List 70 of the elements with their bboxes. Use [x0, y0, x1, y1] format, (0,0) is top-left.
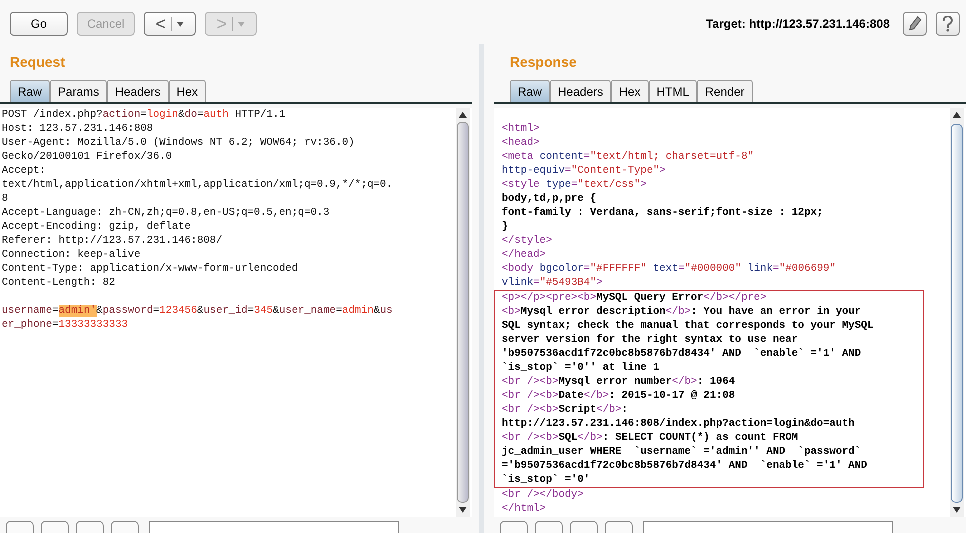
help-icon	[942, 16, 954, 32]
code-line: text/html,application/xhtml+xml,application/xml;q=0.9,*/*;q=0.	[2, 178, 394, 192]
code-line: body,td,p,pre {	[502, 192, 598, 206]
caret-icon	[177, 22, 184, 26]
tab[interactable]: Hex	[611, 80, 649, 102]
code-line: <head>	[502, 136, 541, 150]
code-line: }	[502, 220, 510, 234]
code-line: </html>	[502, 502, 548, 516]
code-line: <br /><b>Script</b>:	[502, 403, 630, 417]
panel-title: Response	[509, 53, 578, 70]
scrollbar[interactable]	[950, 108, 964, 517]
code-line: Accept:	[2, 164, 48, 178]
code-line: </head>	[502, 248, 548, 262]
code-line: 8	[2, 192, 10, 206]
code-line: jc_admin_user WHERE `username` ='admin'' AND `password`	[502, 445, 862, 459]
code-line: <br /><b>Mysql error number</b>: 1064	[502, 375, 736, 389]
up-arrow-icon[interactable]	[953, 112, 961, 118]
code-line: http-equiv="Content-Type">	[502, 164, 667, 178]
panel-title: Request	[9, 53, 66, 70]
code-line: server version for the right syntax to use near	[502, 333, 800, 347]
caret-icon	[238, 22, 246, 26]
code-line: SQL syntax; check the manual that corresponds to your MySQL	[502, 319, 875, 333]
code-line: <body bgcolor="#FFFFFF" text="#000000" link="#006699"	[502, 262, 838, 276]
down-arrow-icon[interactable]	[459, 507, 467, 513]
code-line: Connection: keep-alive	[2, 248, 142, 262]
code-line: er_phone=13333333333	[2, 318, 130, 332]
tab[interactable]: HTML	[648, 80, 698, 102]
code-line: <b>Mysql error description</b>: You have an error in your	[502, 305, 862, 319]
code-line: Accept-Language: zh-CN,zh;q=0.8,en-US;q=0.5,en;q=0.3	[2, 206, 331, 220]
code-line: <style type="text/css">	[502, 178, 648, 192]
help-button[interactable]	[936, 12, 960, 36]
code-line: `is_stop` ='0'' at line 1	[502, 361, 661, 375]
code-line: 'b9507536acd1f72c0bc8b5876b7d8434' AND `enable` ='1' AND	[502, 347, 862, 361]
code-line: Content-Length: 82	[2, 276, 116, 290]
code-line: <br /><b>Date</b>: 2015-10-17 @ 21:08	[502, 389, 736, 403]
code-line: <br /></body>	[502, 488, 585, 502]
scrollbar[interactable]	[456, 108, 470, 517]
code-line: <html>	[502, 122, 541, 136]
tab[interactable]: Raw	[10, 80, 50, 102]
tab[interactable]: Headers	[550, 80, 612, 102]
code-line: Gecko/20100101 Firefox/36.0	[2, 150, 174, 164]
code-line: http://123.57.231.146:808/index.php?action=login&do=auth	[502, 417, 856, 431]
code-line: <meta content="text/html; charset=utf-8"	[502, 150, 756, 164]
code-line: `is_stop` ='0'	[502, 473, 592, 487]
code-line: </style>	[502, 234, 554, 248]
code-line: Referer: http://123.57.231.146:808/	[2, 234, 224, 248]
code-line: <br /><b>SQL</b>: SELECT COUNT(*) as count FROM	[502, 431, 800, 445]
tab[interactable]: Headers	[107, 80, 169, 102]
pencil-icon	[908, 16, 922, 32]
tab[interactable]: Params	[50, 80, 108, 102]
history-button[interactable]: <	[144, 12, 196, 36]
code-line: Accept-Encoding: gzip, deflate	[2, 220, 192, 234]
tab[interactable]: Hex	[168, 80, 206, 102]
toolbar-button[interactable]: Go	[10, 12, 68, 36]
target-label: Target: http://123.57.231.146:808	[706, 17, 890, 31]
code-line: POST /index.php?action=login&do=auth HTTP/1.1	[2, 108, 287, 122]
code-line: ='b9507536acd1f72c0bc8b5876b7d8434' AND `enable` ='1' AND	[502, 459, 868, 473]
up-arrow-icon[interactable]	[459, 112, 467, 118]
request-editor[interactable]	[0, 108, 472, 517]
response-editor[interactable]	[494, 108, 966, 517]
code-line: Host: 123.57.231.146:808	[2, 122, 154, 136]
code-line: font-family : Verdana, sans-serif;font-size : 12px;	[502, 206, 824, 220]
code-line: <p></p><pre><b>MySQL Query Error</b></pre>	[502, 291, 768, 305]
tab[interactable]: Raw	[510, 80, 550, 102]
tab[interactable]: Render	[697, 80, 753, 102]
edit-button[interactable]	[903, 12, 927, 36]
down-arrow-icon[interactable]	[953, 507, 961, 513]
code-line: vlink="#5493B4">	[502, 276, 604, 290]
code-line: User-Agent: Mozilla/5.0 (Windows NT 6.2; WOW64; rv:36.0)	[2, 136, 356, 150]
code-line: Content-Type: application/x-www-form-urlencoded	[2, 262, 300, 276]
